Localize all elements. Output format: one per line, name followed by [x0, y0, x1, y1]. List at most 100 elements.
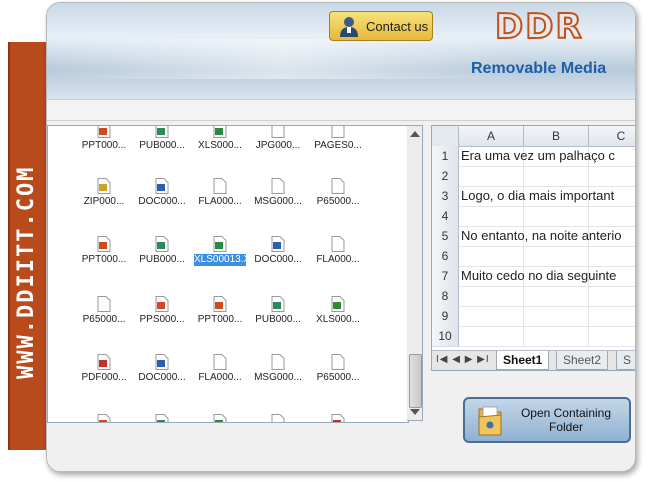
- sheet-row: [459, 206, 635, 227]
- file-item[interactable]: FLA000...: [190, 178, 250, 228]
- cell-text: Logo, o dia mais important: [461, 188, 615, 203]
- file-label: PUB000...: [139, 140, 185, 151]
- toolbar-strip: [47, 99, 635, 121]
- brand-logo: DDR: [494, 6, 584, 48]
- fla-file-icon: [331, 236, 345, 252]
- file-item[interactable]: PUB000...: [132, 126, 192, 172]
- file-label: P65000...: [316, 196, 360, 207]
- sheet-row: [459, 306, 635, 327]
- cell-text: Era uma vez um palhaço c: [461, 148, 615, 163]
- msg-file-icon: [271, 354, 285, 370]
- contact-us-button[interactable]: Contact us: [329, 11, 433, 41]
- open-containing-folder-button[interactable]: Open Containing Folder: [463, 397, 631, 443]
- person-icon: [340, 17, 358, 37]
- doc-file-icon: [271, 236, 285, 252]
- file-label: DOC000...: [254, 254, 302, 265]
- sheet-tab[interactable]: Sheet2: [556, 351, 609, 370]
- file-label: PUB000...: [255, 314, 301, 325]
- row-header: 6: [432, 246, 459, 267]
- pdf-file-icon: [97, 354, 111, 370]
- row-header: 4: [432, 206, 459, 227]
- scroll-down-arrow-icon[interactable]: [410, 409, 420, 415]
- file-label: P65000...: [82, 314, 126, 325]
- row-header: 5: [432, 226, 459, 247]
- file-item[interactable]: XLS00013.XLS: [190, 236, 262, 286]
- row-header: 9: [432, 306, 459, 327]
- file-item[interactable]: PPT000...: [74, 414, 134, 422]
- file-item[interactable]: PUB000...: [248, 296, 308, 346]
- p65-file-icon: [97, 296, 111, 312]
- file-item[interactable]: DOC000...: [248, 236, 308, 286]
- file-item[interactable]: PPS000...: [132, 296, 192, 346]
- p65-file-icon: [331, 178, 345, 194]
- ppt-file-icon: [97, 126, 111, 138]
- sheet-tab-bar: I◀ ◀ ▶ ▶I Sheet1 Sheet2 S: [432, 350, 635, 370]
- file-item[interactable]: PUB000...: [132, 236, 192, 286]
- pub-file-icon: [155, 126, 169, 138]
- column-header: A: [459, 126, 524, 147]
- file-item[interactable]: FLA000...: [190, 354, 250, 404]
- file-row: P65000... PPS000... PPT000... PUB000... XLS0…: [48, 296, 408, 356]
- pps-file-icon: [155, 296, 169, 312]
- file-label: PPT000...: [81, 140, 127, 151]
- file-item[interactable]: DOC000...: [132, 354, 192, 404]
- file-label: PPT000...: [81, 254, 127, 265]
- file-item[interactable]: PUB000...: [132, 414, 192, 422]
- scroll-up-arrow-icon[interactable]: [410, 131, 420, 137]
- xls-file-icon: [213, 414, 227, 422]
- file-pane-scrollbar[interactable]: [407, 125, 423, 421]
- sheet-row: [459, 286, 635, 307]
- file-label: ZIP000...: [83, 196, 125, 207]
- file-item[interactable]: DOC000...: [132, 178, 192, 228]
- contact-us-label: Contact us: [366, 18, 429, 34]
- file-item[interactable]: PDF000...: [74, 354, 134, 404]
- file-item[interactable]: MSG000...: [248, 354, 308, 404]
- row-header: 2: [432, 166, 459, 187]
- file-label: JPG000...: [255, 140, 301, 151]
- xls-file-icon: [213, 126, 227, 138]
- file-label: PPT000...: [197, 314, 243, 325]
- file-item[interactable]: ZIP000...: [74, 178, 134, 228]
- fla-file-icon: [213, 354, 227, 370]
- pages-file-icon: [331, 126, 345, 138]
- file-item[interactable]: FLA000...: [308, 236, 368, 286]
- scroll-thumb[interactable]: [409, 354, 422, 408]
- file-item[interactable]: MSG000...: [248, 178, 308, 228]
- sheet-row: [459, 246, 635, 267]
- file-item[interactable]: PPT000...: [190, 296, 250, 346]
- file-item[interactable]: XLS000...: [190, 414, 250, 422]
- file-label: PPS000...: [139, 314, 185, 325]
- sheet-tab[interactable]: Sheet1: [496, 351, 550, 370]
- spreadsheet-preview: A B C 1 Era uma vez um palhaço c 2 3 Logo, o di…: [431, 125, 635, 371]
- file-label: XLS000...: [316, 314, 360, 325]
- file-item[interactable]: PPT000...: [74, 126, 134, 172]
- file-item[interactable]: PAGES0...: [308, 126, 368, 172]
- sheet-row: Logo, o dia mais important: [459, 186, 635, 207]
- file-label: PUB000...: [139, 254, 185, 265]
- sheet-nav-arrows-icon[interactable]: I◀ ◀ ▶ ▶I: [436, 354, 490, 365]
- file-item[interactable]: P65000...: [74, 296, 134, 346]
- file-grid-pane: PPT000... PUB000... XLS000... JPG000... PAGE…: [47, 125, 409, 423]
- file-label: FLA000...: [316, 254, 360, 265]
- file-item[interactable]: XLS000...: [190, 126, 250, 172]
- msg-file-icon: [271, 178, 285, 194]
- zip-file-icon: [97, 178, 111, 194]
- row-header: 8: [432, 286, 459, 307]
- sheet-row: Era uma vez um palhaço c: [459, 146, 635, 167]
- column-header: C: [589, 126, 635, 147]
- row-header: 3: [432, 186, 459, 207]
- file-row: PPT000... PUB000... XLS00013.XLS DOC000... F…: [48, 236, 408, 296]
- file-label: FLA000...: [198, 372, 242, 383]
- sheet-tab[interactable]: S: [616, 351, 635, 370]
- file-item[interactable]: AI0000...: [248, 414, 308, 422]
- file-item[interactable]: XLS000...: [308, 296, 368, 346]
- xls-file-icon: [213, 236, 227, 252]
- file-row: PPT000... PUB000... XLS000... JPG000... PAGE…: [48, 126, 408, 182]
- file-label: PAGES0...: [314, 140, 362, 151]
- file-item[interactable]: P65000...: [308, 354, 368, 404]
- file-item[interactable]: P65000...: [308, 178, 368, 228]
- file-label: PDF000...: [81, 372, 127, 383]
- file-item[interactable]: JPG000...: [248, 126, 308, 172]
- file-item[interactable]: PDF000...: [308, 414, 368, 422]
- file-item[interactable]: PPT000...: [74, 236, 134, 286]
